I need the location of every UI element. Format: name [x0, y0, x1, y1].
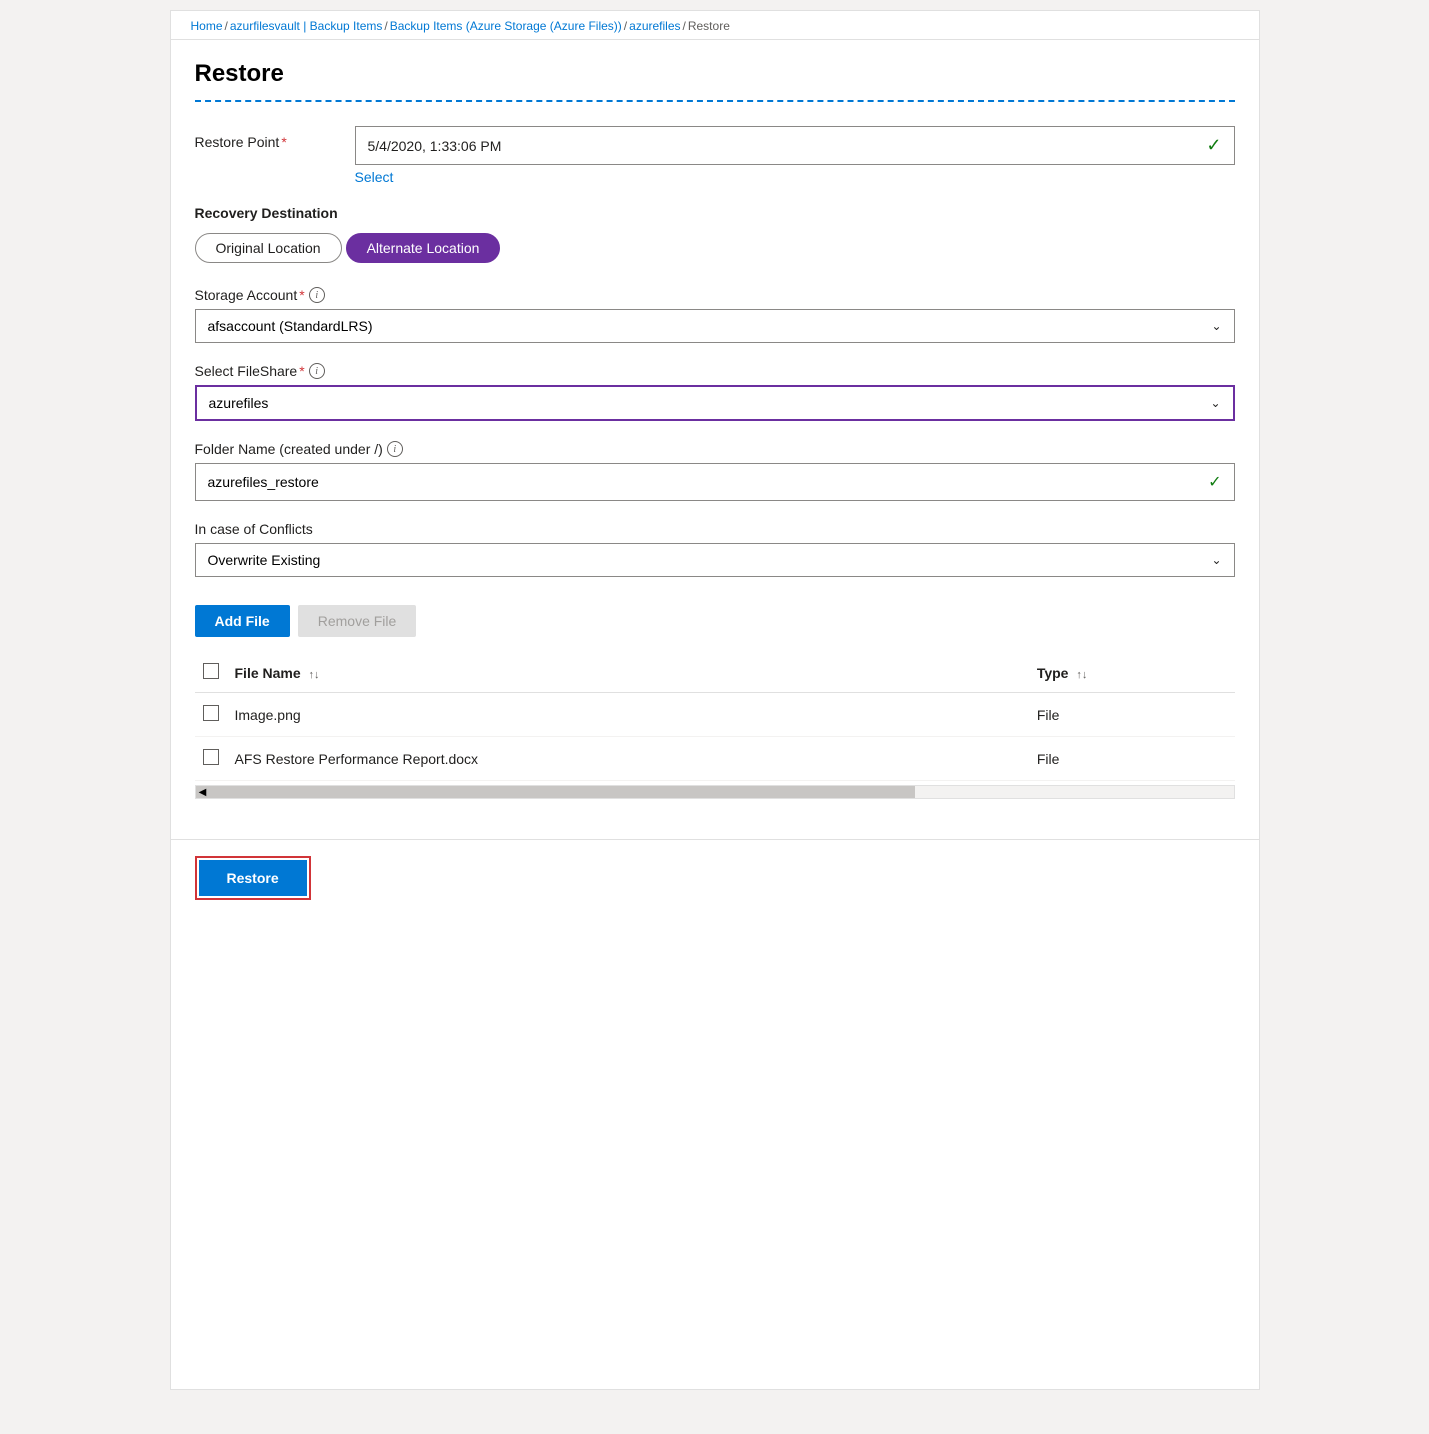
toggle-group: Original Location Alternate Location	[195, 233, 1235, 263]
breadcrumb-home[interactable]: Home	[191, 19, 223, 33]
fileshare-dropdown[interactable]: azurefiles ⌄	[195, 385, 1235, 421]
fileshare-section: Select FileShare * i azurefiles ⌄	[195, 363, 1235, 421]
scroll-left-arrow[interactable]: ◀	[196, 786, 210, 798]
alternate-location-btn[interactable]: Alternate Location	[346, 233, 501, 263]
row2-checkbox[interactable]	[203, 749, 219, 765]
breadcrumb-current: Restore	[688, 19, 730, 33]
fileshare-arrow-icon: ⌄	[1210, 396, 1220, 410]
row1-checkbox-cell	[195, 693, 227, 737]
folder-name-input[interactable]: azurefiles_restore ✓	[195, 463, 1235, 501]
page-title: Restore	[195, 60, 1235, 88]
restore-button[interactable]: Restore	[199, 860, 307, 896]
type-sort-icon: ↑↓	[1076, 669, 1087, 681]
folder-name-check-icon: ✓	[1208, 472, 1221, 492]
remove-file-button[interactable]: Remove File	[298, 605, 417, 637]
breadcrumb-vault[interactable]: azurfilesvault | Backup Items	[230, 19, 383, 33]
restore-point-label: Restore Point*	[195, 126, 355, 150]
main-container: Home / azurfilesvault | Backup Items / B…	[170, 10, 1260, 1390]
table-row: AFS Restore Performance Report.docx File	[195, 737, 1235, 781]
row2-filename: AFS Restore Performance Report.docx	[227, 737, 1029, 781]
storage-account-dropdown[interactable]: afsaccount (StandardLRS) ⌄	[195, 309, 1235, 343]
row2-type: File	[1029, 737, 1235, 781]
table-row: Image.png File	[195, 693, 1235, 737]
restore-footer: Restore	[171, 839, 1259, 916]
fileshare-value: azurefiles	[209, 395, 269, 411]
table-header-filename[interactable]: File Name ↑↓	[227, 653, 1029, 693]
table-header-row: File Name ↑↓ Type ↑↓	[195, 653, 1235, 693]
breadcrumb: Home / azurfilesvault | Backup Items / B…	[171, 11, 1259, 40]
add-file-button[interactable]: Add File	[195, 605, 290, 637]
breadcrumb-azurefiles[interactable]: azurefiles	[629, 19, 680, 33]
scrollbar-thumb[interactable]	[210, 786, 916, 798]
recovery-destination-title: Recovery Destination	[195, 205, 1235, 221]
storage-account-value: afsaccount (StandardLRS)	[208, 318, 373, 334]
select-link[interactable]: Select	[355, 169, 1235, 185]
recovery-destination-section: Recovery Destination Original Location A…	[195, 205, 1235, 263]
fileshare-info-icon[interactable]: i	[309, 363, 325, 379]
alternate-fields: Storage Account * i afsaccount (Standard…	[195, 287, 1235, 577]
original-location-btn[interactable]: Original Location	[195, 233, 342, 263]
file-table: File Name ↑↓ Type ↑↓ Image.png File	[195, 653, 1235, 781]
file-action-buttons: Add File Remove File	[195, 605, 1235, 637]
restore-point-value: 5/4/2020, 1:33:06 PM	[368, 138, 502, 154]
filename-sort-icon: ↑↓	[309, 669, 320, 681]
restore-point-row: Restore Point* 5/4/2020, 1:33:06 PM ✓ Se…	[195, 126, 1235, 185]
folder-name-section: Folder Name (created under /) i azurefil…	[195, 441, 1235, 501]
table-header-type[interactable]: Type ↑↓	[1029, 653, 1235, 693]
conflicts-arrow-icon: ⌄	[1211, 553, 1221, 567]
folder-name-label: Folder Name (created under /) i	[195, 441, 1235, 457]
row1-filename: Image.png	[227, 693, 1029, 737]
main-content: Restore Restore Point* 5/4/2020, 1:33:06…	[171, 40, 1259, 839]
restore-button-wrapper: Restore	[195, 856, 311, 900]
storage-account-section: Storage Account * i afsaccount (Standard…	[195, 287, 1235, 343]
row1-type: File	[1029, 693, 1235, 737]
row2-checkbox-cell	[195, 737, 227, 781]
conflicts-section: In case of Conflicts Overwrite Existing …	[195, 521, 1235, 577]
restore-point-field: 5/4/2020, 1:33:06 PM ✓	[355, 126, 1235, 165]
fileshare-label: Select FileShare * i	[195, 363, 1235, 379]
folder-name-info-icon[interactable]: i	[387, 441, 403, 457]
storage-account-label: Storage Account * i	[195, 287, 1235, 303]
folder-name-value: azurefiles_restore	[208, 474, 319, 490]
restore-point-wrapper: 5/4/2020, 1:33:06 PM ✓ Select	[355, 126, 1235, 185]
conflicts-value: Overwrite Existing	[208, 552, 321, 568]
conflicts-label: In case of Conflicts	[195, 521, 1235, 537]
title-divider	[195, 100, 1235, 102]
row1-checkbox[interactable]	[203, 705, 219, 721]
table-header-checkbox-cell	[195, 653, 227, 693]
check-icon: ✓	[1206, 135, 1221, 156]
breadcrumb-backup-items[interactable]: Backup Items (Azure Storage (Azure Files…	[390, 19, 622, 33]
storage-account-info-icon[interactable]: i	[309, 287, 325, 303]
storage-account-arrow-icon: ⌄	[1211, 319, 1221, 333]
select-all-checkbox[interactable]	[203, 663, 219, 679]
conflicts-dropdown[interactable]: Overwrite Existing ⌄	[195, 543, 1235, 577]
horizontal-scrollbar[interactable]: ◀	[195, 785, 1235, 799]
